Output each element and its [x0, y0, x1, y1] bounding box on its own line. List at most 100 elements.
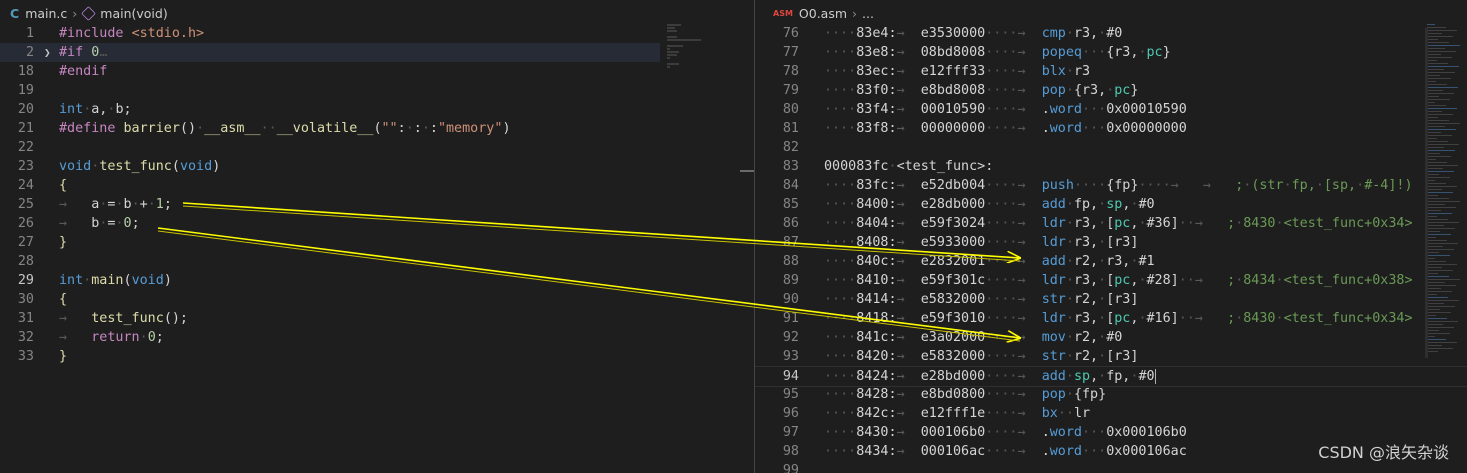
minimap-line [1427, 168, 1443, 169]
line-number: 32 [17, 330, 34, 345]
code-line[interactable]: 84 ····83fc:→ e52db004····→ push····{fp}·… [755, 176, 1467, 195]
code-line[interactable]: 95 ····8428:→ e8bd0800····→ pop·{fp} [755, 385, 1467, 404]
minimap-line [1427, 120, 1449, 121]
breadcrumb-file[interactable]: O0.asm [799, 6, 847, 21]
code-text: #endif [59, 62, 107, 81]
asm-file-icon: ASM [773, 8, 793, 18]
code-line[interactable]: 87 ····8408:→ e5933000····→ ldr·r3,·[r3] [755, 233, 1467, 252]
code-line[interactable]: 19 [0, 81, 660, 100]
code-token: word [1049, 102, 1082, 117]
code-line[interactable]: 93 ····8420:→ e5832000····→ str·r2,·[r3] [755, 347, 1467, 366]
code-line[interactable]: 18 #endif [0, 62, 660, 81]
code-token: e3530000 [920, 26, 986, 41]
code-line[interactable]: 88 ····840c:→ e2832001····→ add·r2,·r3,·#… [755, 252, 1467, 271]
minimap-line [1427, 312, 1451, 313]
code-line[interactable]: 26 → b·=·0; [0, 214, 660, 233]
code-token: add [1041, 369, 1066, 384]
code-token: 8430: [856, 425, 897, 440]
breadcrumb-file[interactable]: main.c [25, 6, 67, 21]
code-line[interactable]: 1 #include <stdio.h> [0, 24, 660, 43]
code-token: 83ec: [856, 64, 897, 79]
code-line[interactable]: 25 → a·=·b·+·1; [0, 195, 660, 214]
code-token: e2832001 [920, 254, 986, 269]
minimap-line [1427, 222, 1459, 223]
code-line[interactable]: 77 ····83e8:→ 08bd8008····→ popeq···{r3,·… [755, 43, 1467, 62]
code-line[interactable]: 92 ····841c:→ e3a02000····→ mov·r2,·#0 [755, 328, 1467, 347]
code-line[interactable]: 21 #define barrier()·__asm__··__volatile_… [0, 119, 660, 138]
code-token: 841c: [856, 330, 897, 345]
code-line[interactable]: 28 [0, 252, 660, 271]
code-line[interactable]: 80 ····83f4:→ 00010590····→ .word···0x000… [755, 100, 1467, 119]
breadcrumb-more[interactable]: ... [862, 6, 874, 21]
code-token: { [59, 292, 68, 307]
code-token: ···· [824, 83, 857, 98]
code-token: test_func [99, 159, 172, 174]
code-line[interactable]: 27} [0, 233, 660, 252]
code-line[interactable]: 78 ····83ec:→ e12fff33····→ blx·r3 [755, 62, 1467, 81]
code-line[interactable]: 31 → test_func(); [0, 309, 660, 328]
code-line[interactable]: 89 ····8410:→ e59f301c····→ ldr·r3,·[pc,·… [755, 271, 1467, 290]
minimap-line [1427, 174, 1439, 175]
code-token: pc [1114, 311, 1131, 326]
editor-pane-o0-asm[interactable]: ASM O0.asm › ... 76 ····83e4:→ e3530000··… [755, 0, 1467, 473]
code-line[interactable]: 23 void·test_func(void) [0, 157, 660, 176]
code-line[interactable]: 85 ····8400:→ e28db000····→ add·fp,·sp,·#… [755, 195, 1467, 214]
code-token: ····→ [985, 311, 1042, 326]
code-token: 83f8: [856, 121, 897, 136]
code-token: cmp [1041, 26, 1066, 41]
minimap[interactable] [667, 24, 707, 69]
line-number: 99 [782, 463, 799, 473]
code-text: ····8424:→ e28bd000····→ add·sp,·fp,·#0 [824, 367, 1156, 386]
line-number: 31 [17, 311, 34, 326]
code-token: ·r3,·[ [1065, 216, 1115, 231]
code-token: ···{r3,· [1082, 45, 1147, 60]
code-token: → [896, 216, 921, 231]
code-token: ·a,·b; [83, 102, 132, 117]
code-line[interactable]: 20 int·a,·b; [0, 100, 660, 119]
line-number: 30 [17, 292, 34, 307]
code-line[interactable]: 33} [0, 347, 660, 366]
minimap-line [1427, 279, 1460, 280]
code-line[interactable]: 79 ····83f0:→ e8bd8008····→ pop·{r3,·pc} [755, 81, 1467, 100]
editor-pane-main-c[interactable]: C main.c › main(void) 1 #include <stdio.h… [0, 0, 754, 473]
code-token: → [896, 387, 921, 402]
code-line[interactable]: 86 ····8404:→ e59f3024····→ ldr·r3,·[pc,·… [755, 214, 1467, 233]
line-number: 85 [782, 197, 799, 212]
code-line[interactable]: 94 ····8424:→ e28bd000····→ add·sp,·fp,·#… [755, 366, 1467, 387]
code-line[interactable]: 90 ····8414:→ e5832000····→ str·r2,·[r3] [755, 290, 1467, 309]
code-line[interactable]: 32 → return·0; [0, 328, 660, 347]
code-line[interactable]: 76 ····83e4:→ e3530000····→ cmp·r3,·#0 [755, 24, 1467, 43]
minimap-line [1427, 282, 1445, 283]
code-line[interactable]: 91 ····8418:→ e59f3010····→ ldr·r3,·[pc,·… [755, 309, 1467, 328]
code-token: → [896, 178, 921, 193]
minimap-line [1427, 165, 1458, 166]
code-line[interactable]: 22 [0, 138, 660, 157]
breadcrumb-symbol[interactable]: main(void) [100, 6, 167, 21]
code-token: mov [1041, 330, 1066, 345]
minimap-line [1427, 210, 1441, 211]
code-token: ····→ → [1138, 178, 1236, 193]
code-token: ldr [1041, 311, 1066, 326]
code-token: ···· [824, 26, 857, 41]
code-line[interactable]: 81 ····83f8:→ 00000000····→ .word···0x000… [755, 119, 1467, 138]
code-line[interactable]: 82 [755, 138, 1467, 157]
minimap[interactable] [1427, 24, 1463, 354]
code-token: ···· [824, 387, 857, 402]
minimap-line [1427, 270, 1453, 271]
vertical-scrollbar[interactable] [740, 170, 754, 172]
code-line[interactable]: 24 { [0, 176, 660, 195]
code-token: ··→ [1178, 273, 1228, 288]
code-line[interactable]: 29 int·main(void) [0, 271, 660, 290]
code-line[interactable]: 96 ····842c:→ e12fff1e····→ bx··lr [755, 404, 1467, 423]
code-line[interactable]: 83 000083fc·<test_func>: [755, 157, 1467, 176]
code-token: #define [59, 121, 124, 136]
minimap-line [1427, 228, 1455, 229]
code-token: ;·8430·<test_func+0x34> [1227, 216, 1413, 231]
minimap-line [1427, 153, 1440, 154]
code-line[interactable]: 30 { [0, 290, 660, 309]
code-line[interactable]: 2 ❯ #if 0… [0, 43, 660, 62]
minimap-line [1427, 84, 1447, 85]
line-number: 2 [25, 45, 34, 60]
vertical-scrollbar[interactable] [1425, 28, 1428, 358]
fold-chevron-icon[interactable]: ❯ [44, 43, 51, 62]
